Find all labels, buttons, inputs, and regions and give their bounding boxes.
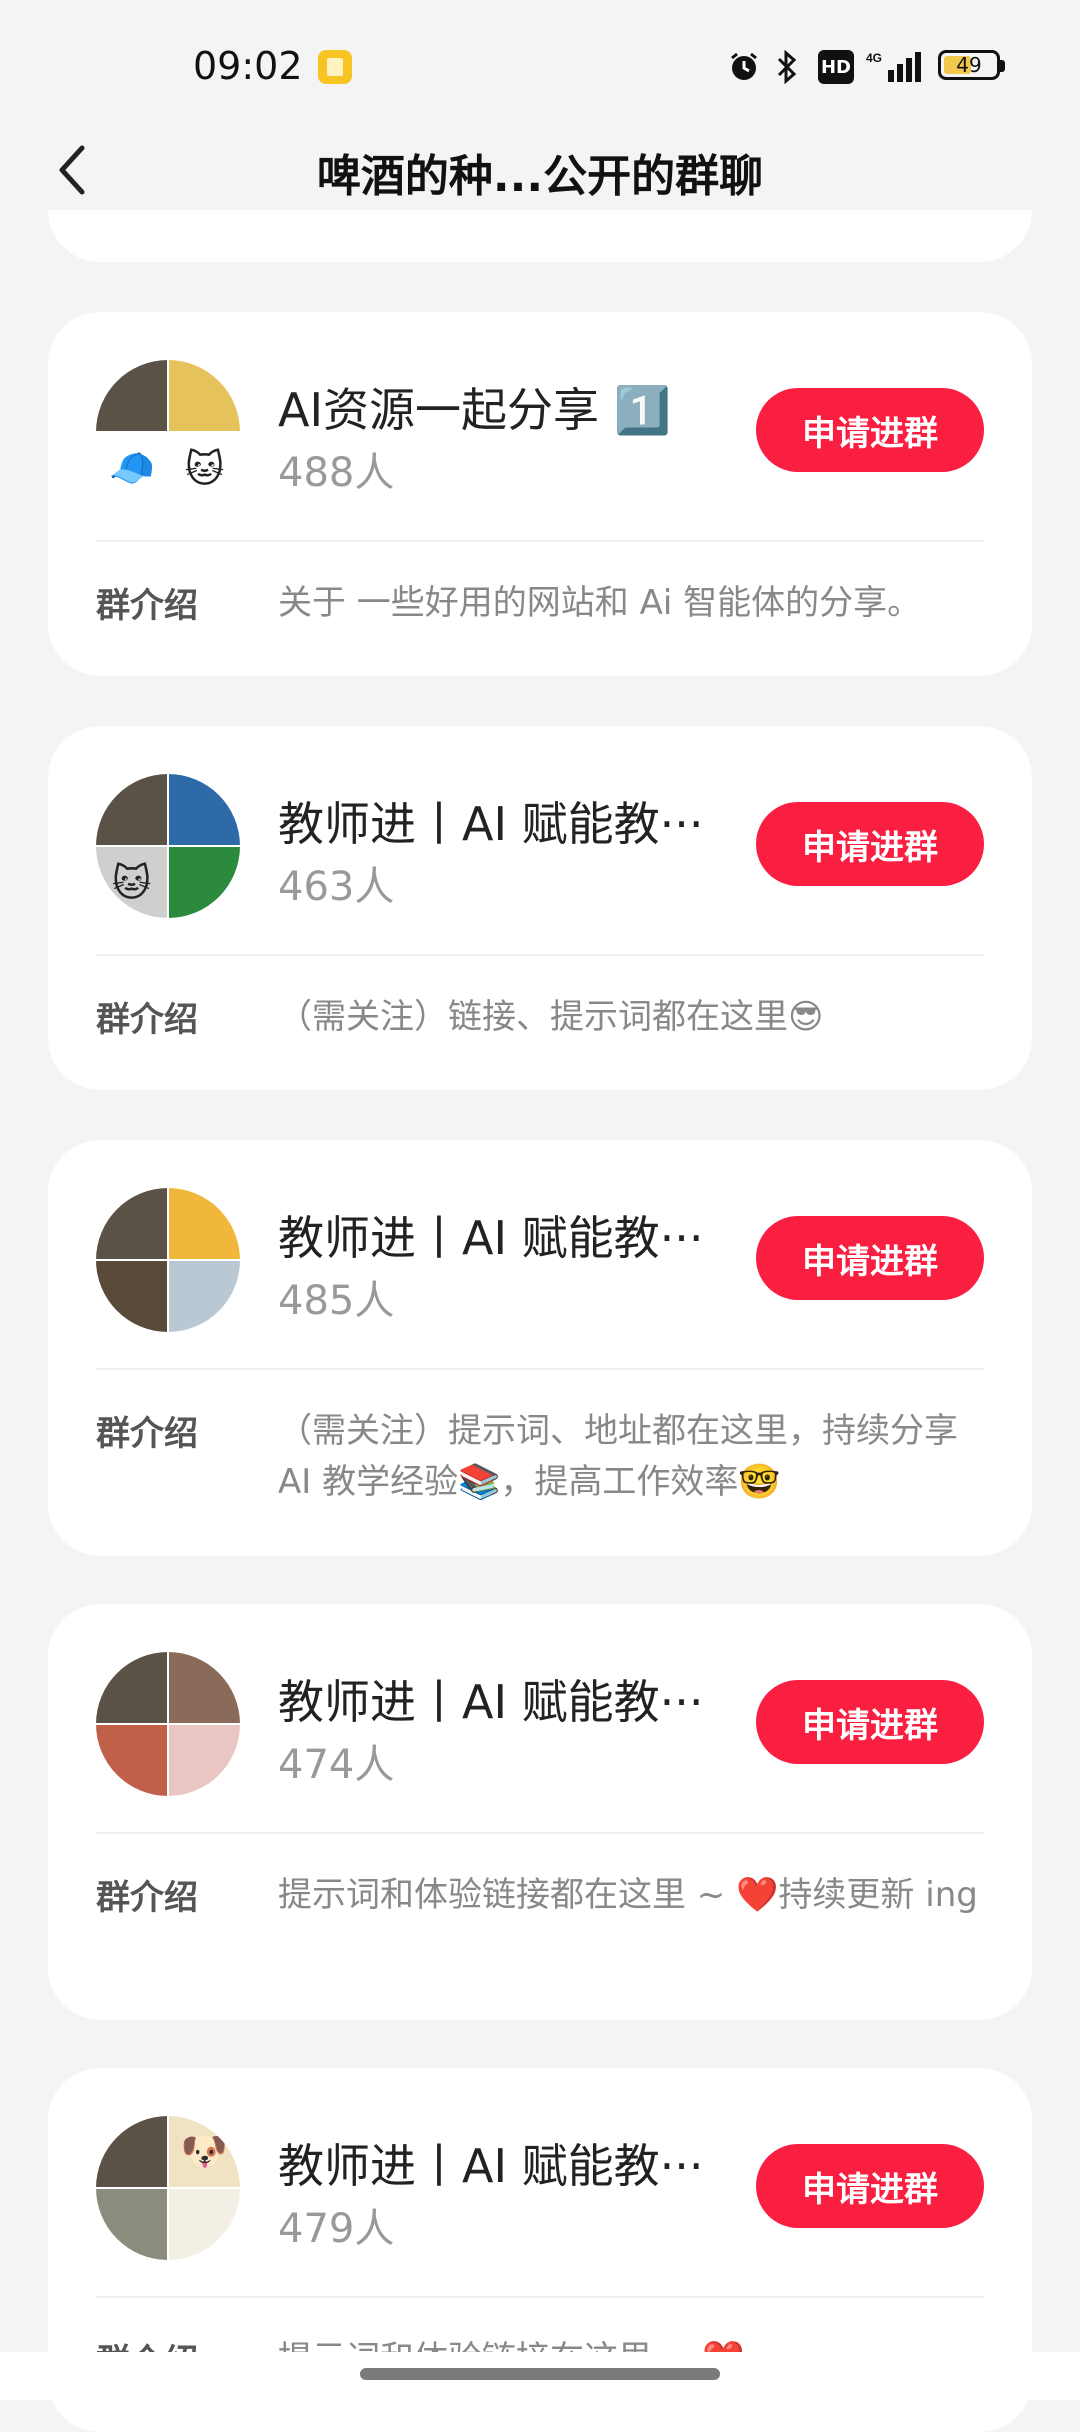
group-card[interactable]: 🧢 🐱 AI资源一起分享 1️⃣ 488人 申请进群 群介绍 关于 一些好用的网… <box>48 312 1032 676</box>
intro-label: 群介绍 <box>96 586 198 626</box>
divider <box>96 540 984 542</box>
battery-level: 49 <box>956 53 982 77</box>
hd-icon: HD <box>818 50 854 84</box>
group-name: AI资源一起分享 1️⃣ <box>278 383 671 437</box>
alarm-icon <box>726 50 762 84</box>
intro-text: （需关注）提示词、地址都在这里，持续分享 AI 教学经验📚，提高工作效率🤓 <box>278 1411 958 1502</box>
member-count: 474人 <box>278 1742 395 1788</box>
divider <box>96 954 984 956</box>
intro-label: 群介绍 <box>96 1414 198 1454</box>
group-avatar <box>96 1652 240 1796</box>
intro-label: 群介绍 <box>96 1878 198 1918</box>
group-avatar: 🐶 <box>96 2116 240 2260</box>
group-avatar: 🧢 🐱 <box>96 360 240 504</box>
group-name: 教师进丨AI 赋能教··· <box>278 2139 704 2193</box>
member-count: 488人 <box>278 450 395 496</box>
home-indicator[interactable] <box>360 2368 720 2380</box>
group-name: 教师进丨AI 赋能教··· <box>278 797 704 851</box>
battery-icon: 49 <box>938 50 1005 80</box>
intro-text: （需关注）链接、提示词都在这里😎 <box>278 997 824 1037</box>
notes-app-icon <box>318 50 352 84</box>
signal-icon: 4G <box>866 50 926 84</box>
divider <box>96 2296 984 2298</box>
group-avatar: 🐱 <box>96 774 240 918</box>
join-group-button[interactable]: 申请进群 <box>756 388 984 472</box>
group-name: 教师进丨AI 赋能教··· <box>278 1675 704 1729</box>
previous-card-edge <box>48 210 1032 262</box>
group-avatar <box>96 1188 240 1332</box>
intro-text: 提示词和体验链接都在这里 ~ ❤️持续更新 ing <box>278 1875 978 1915</box>
join-group-button[interactable]: 申请进群 <box>756 1680 984 1764</box>
group-card[interactable]: 教师进丨AI 赋能教··· 485人 申请进群 群介绍 （需关注）提示词、地址都… <box>48 1140 1032 1556</box>
status-time: 09:02 <box>193 44 303 88</box>
divider <box>96 1368 984 1370</box>
join-group-button[interactable]: 申请进群 <box>756 802 984 886</box>
group-card[interactable]: 🐱 教师进丨AI 赋能教··· 463人 申请进群 群介绍 （需关注）链接、提示… <box>48 726 1032 1090</box>
intro-label: 群介绍 <box>96 1000 198 1040</box>
group-name: 教师进丨AI 赋能教··· <box>278 1211 704 1265</box>
intro-text: 关于 一些好用的网站和 Ai 智能体的分享。 <box>278 583 922 623</box>
member-count: 463人 <box>278 864 395 910</box>
group-card[interactable]: 教师进丨AI 赋能教··· 474人 申请进群 群介绍 提示词和体验链接都在这里… <box>48 1604 1032 2020</box>
divider <box>96 1832 984 1834</box>
join-group-button[interactable]: 申请进群 <box>756 2144 984 2228</box>
svg-text:4G: 4G <box>866 51 882 65</box>
bluetooth-icon <box>772 50 802 84</box>
page-title: 啤酒的种...公开的群聊 <box>316 151 764 202</box>
member-count: 485人 <box>278 1278 395 1324</box>
member-count: 479人 <box>278 2206 395 2252</box>
status-bar: 09:02 HD 4G 49 <box>0 0 1080 130</box>
join-group-button[interactable]: 申请进群 <box>756 1216 984 1300</box>
nav-header: 啤酒的种...公开的群聊 <box>0 120 1080 220</box>
